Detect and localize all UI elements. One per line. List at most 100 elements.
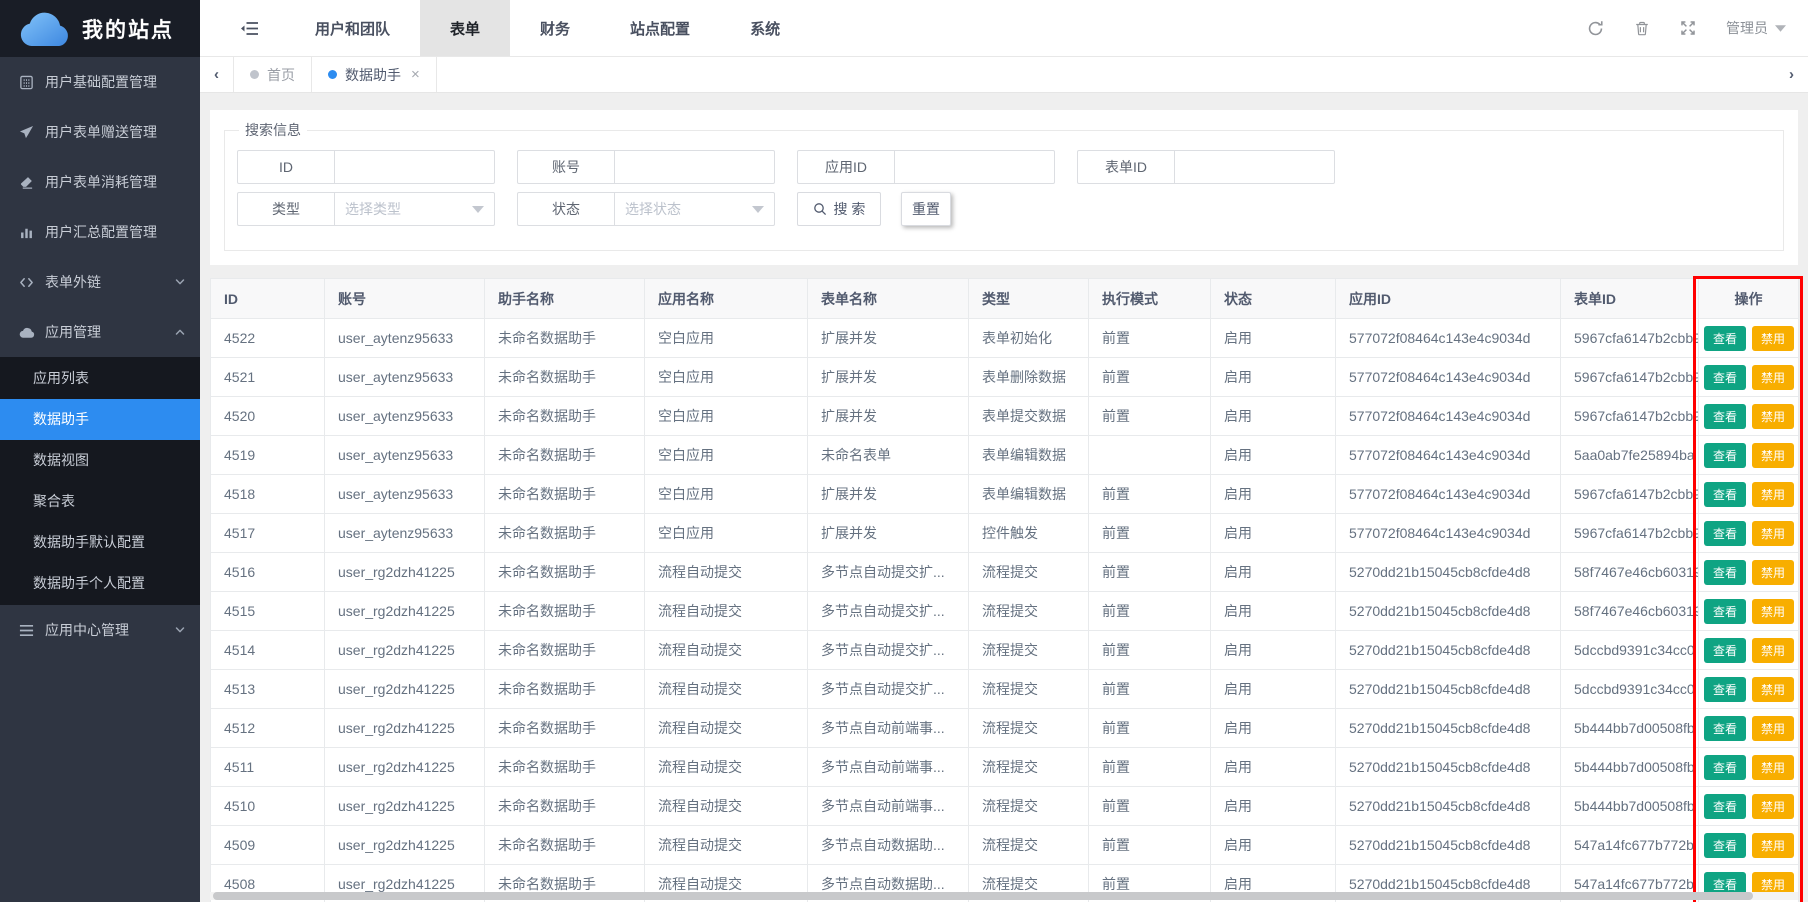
page-tab-首页[interactable]: 首页 bbox=[233, 57, 311, 92]
table-cell: 多节点自动提交扩... bbox=[808, 631, 969, 670]
table-cell: user_rg2dzh41225 bbox=[325, 709, 485, 748]
table-cell: 4509 bbox=[211, 826, 325, 865]
table-cell: 未命名数据助手 bbox=[485, 514, 645, 553]
table-row-4519: 4519user_aytenz95633未命名数据助手空白应用未命名表单表单编辑… bbox=[211, 436, 1799, 475]
disable-button[interactable]: 禁用 bbox=[1752, 677, 1794, 702]
search-field-类型: 类型选择类型 bbox=[237, 192, 495, 226]
disable-button[interactable]: 禁用 bbox=[1752, 599, 1794, 624]
sidebar-item-user-form-consume[interactable]: 用户表单消耗管理 bbox=[0, 157, 200, 207]
view-button[interactable]: 查看 bbox=[1704, 794, 1746, 819]
table-cell: 5270dd21b15045cb8cfde4d8 bbox=[1336, 670, 1561, 709]
field-input-应用ID[interactable] bbox=[895, 151, 1054, 183]
topnav-tab-站点配置[interactable]: 站点配置 bbox=[600, 0, 720, 56]
search-field-ID: ID bbox=[237, 150, 495, 184]
view-button[interactable]: 查看 bbox=[1704, 482, 1746, 507]
user-menu[interactable]: 管理员 bbox=[1726, 18, 1786, 38]
reset-button[interactable]: 重置 bbox=[901, 192, 951, 226]
table-cell: 5b444bb7d00508fb bbox=[1561, 709, 1699, 748]
disable-button[interactable]: 禁用 bbox=[1752, 560, 1794, 585]
table-cell: 前置 bbox=[1089, 826, 1211, 865]
table-cell: 多节点自动提交扩... bbox=[808, 670, 969, 709]
table-row-4521: 4521user_aytenz95633未命名数据助手空白应用扩展并发表单删除数… bbox=[211, 358, 1799, 397]
topnav-tab-财务[interactable]: 财务 bbox=[510, 0, 600, 56]
fullscreen-icon[interactable] bbox=[1680, 20, 1696, 36]
search-field-账号: 账号 bbox=[517, 150, 775, 184]
sidebar-subitem-数据视图[interactable]: 数据视图 bbox=[0, 440, 200, 481]
table-cell: 启用 bbox=[1211, 709, 1336, 748]
view-button[interactable]: 查看 bbox=[1704, 716, 1746, 741]
trash-icon[interactable] bbox=[1634, 20, 1650, 37]
table-cell: 多节点自动前端事... bbox=[808, 748, 969, 787]
table-cell: 流程自动提交 bbox=[645, 826, 808, 865]
table-cell: user_aytenz95633 bbox=[325, 319, 485, 358]
disable-button[interactable]: 禁用 bbox=[1752, 365, 1794, 390]
view-button[interactable]: 查看 bbox=[1704, 365, 1746, 390]
topnav-tab-表单[interactable]: 表单 bbox=[420, 0, 510, 56]
sidebar-item-user-summary[interactable]: 用户汇总配置管理 bbox=[0, 207, 200, 257]
field-select-状态[interactable]: 选择状态 bbox=[615, 193, 774, 225]
tabs-scroll-left-icon[interactable]: ‹ bbox=[200, 57, 233, 92]
sidebar-item-label: 用户汇总配置管理 bbox=[45, 222, 186, 242]
sidebar-subitem-聚合表[interactable]: 聚合表 bbox=[0, 481, 200, 522]
view-button[interactable]: 查看 bbox=[1704, 599, 1746, 624]
disable-button[interactable]: 禁用 bbox=[1752, 794, 1794, 819]
disable-button[interactable]: 禁用 bbox=[1752, 638, 1794, 663]
field-select-类型[interactable]: 选择类型 bbox=[335, 193, 494, 225]
sidebar-subitem-应用列表[interactable]: 应用列表 bbox=[0, 358, 200, 399]
disable-button[interactable]: 禁用 bbox=[1752, 833, 1794, 858]
table-cell-actions: 查看禁用 bbox=[1699, 787, 1799, 826]
sidebar-item-app-manage[interactable]: 应用管理 bbox=[0, 307, 200, 357]
column-header-操作: 操作 bbox=[1699, 279, 1799, 319]
collapse-sidebar-icon[interactable] bbox=[240, 21, 259, 36]
page-tab-数据助手[interactable]: 数据助手× bbox=[311, 57, 437, 92]
disable-button[interactable]: 禁用 bbox=[1752, 404, 1794, 429]
view-button[interactable]: 查看 bbox=[1704, 755, 1746, 780]
view-button[interactable]: 查看 bbox=[1704, 560, 1746, 585]
table-cell: 5270dd21b15045cb8cfde4d8 bbox=[1336, 826, 1561, 865]
disable-button[interactable]: 禁用 bbox=[1752, 716, 1794, 741]
chevron-down-icon bbox=[174, 624, 186, 636]
view-button[interactable]: 查看 bbox=[1704, 677, 1746, 702]
table-cell: 多节点自动提交扩... bbox=[808, 592, 969, 631]
topnav-tab-系统[interactable]: 系统 bbox=[720, 0, 810, 56]
view-button[interactable]: 查看 bbox=[1704, 326, 1746, 351]
topnav-tab-用户和团队[interactable]: 用户和团队 bbox=[285, 0, 420, 56]
view-button[interactable]: 查看 bbox=[1704, 638, 1746, 663]
view-button[interactable]: 查看 bbox=[1704, 404, 1746, 429]
search-fieldset: 搜索信息 ID账号应用ID表单ID 类型选择类型状态选择状态搜 索重置 bbox=[224, 120, 1784, 251]
close-icon[interactable]: × bbox=[411, 66, 420, 83]
horizontal-scrollbar[interactable] bbox=[210, 892, 1798, 900]
table-cell: 流程自动提交 bbox=[645, 748, 808, 787]
search-field-表单ID: 表单ID bbox=[1077, 150, 1335, 184]
sidebar-item-user-base-config[interactable]: 用户基础配置管理 bbox=[0, 57, 200, 107]
top-navbar: 用户和团队表单财务站点配置系统 管理员 bbox=[200, 0, 1808, 57]
sidebar-subitem-数据助手个人配置[interactable]: 数据助手个人配置 bbox=[0, 563, 200, 604]
disable-button[interactable]: 禁用 bbox=[1752, 755, 1794, 780]
sidebar-item-app-center-manage[interactable]: 应用中心管理 bbox=[0, 605, 200, 655]
view-button[interactable]: 查看 bbox=[1704, 521, 1746, 546]
table-cell: 启用 bbox=[1211, 319, 1336, 358]
view-button[interactable]: 查看 bbox=[1704, 443, 1746, 468]
search-panel: 搜索信息 ID账号应用ID表单ID 类型选择类型状态选择状态搜 索重置 bbox=[210, 110, 1798, 265]
field-input-表单ID[interactable] bbox=[1175, 151, 1334, 183]
refresh-icon[interactable] bbox=[1587, 20, 1604, 37]
disable-button[interactable]: 禁用 bbox=[1752, 326, 1794, 351]
table-cell: 5b444bb7d00508fb bbox=[1561, 787, 1699, 826]
field-input-账号[interactable] bbox=[615, 151, 774, 183]
sidebar-item-user-form-gift[interactable]: 用户表单赠送管理 bbox=[0, 107, 200, 157]
sidebar-item-form-external-link[interactable]: 表单外链 bbox=[0, 257, 200, 307]
disable-button[interactable]: 禁用 bbox=[1752, 482, 1794, 507]
table-cell: 577072f08464c143e4c9034d bbox=[1336, 475, 1561, 514]
field-input-ID[interactable] bbox=[335, 151, 494, 183]
sidebar-subitem-数据助手[interactable]: 数据助手 bbox=[0, 399, 200, 440]
disable-button[interactable]: 禁用 bbox=[1752, 443, 1794, 468]
search-button[interactable]: 搜 索 bbox=[797, 192, 881, 226]
disable-button[interactable]: 禁用 bbox=[1752, 521, 1794, 546]
view-button[interactable]: 查看 bbox=[1704, 833, 1746, 858]
table-cell: 未命名数据助手 bbox=[485, 358, 645, 397]
tabs-scroll-right-icon[interactable]: › bbox=[1775, 57, 1808, 92]
sidebar-subitem-数据助手默认配置[interactable]: 数据助手默认配置 bbox=[0, 522, 200, 563]
horizontal-scrollbar-thumb[interactable] bbox=[213, 892, 1753, 900]
logo[interactable]: 我的站点 bbox=[0, 0, 200, 57]
table-cell: 启用 bbox=[1211, 436, 1336, 475]
